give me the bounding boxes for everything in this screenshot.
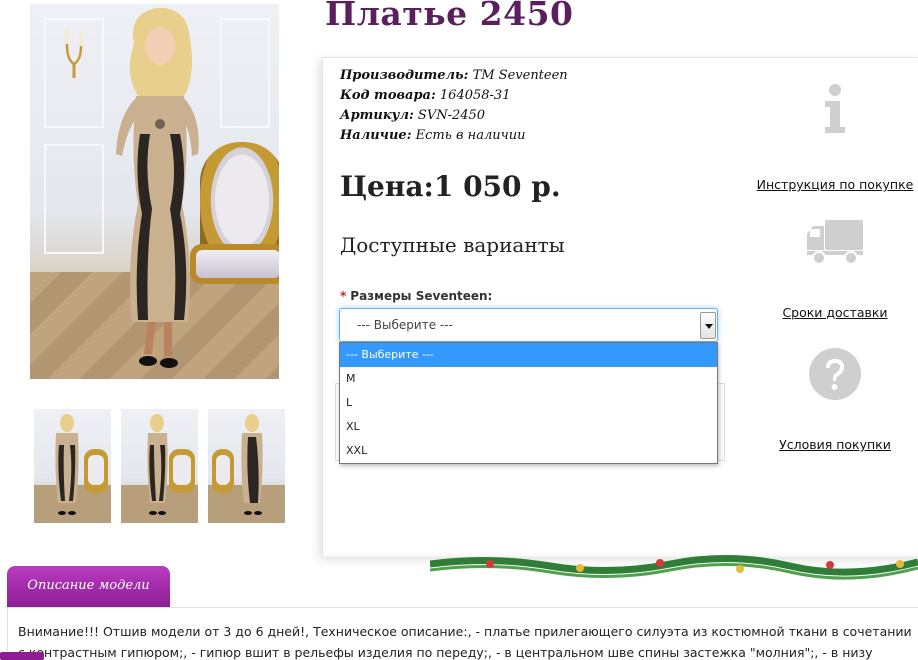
- scroll-accent: [0, 652, 44, 660]
- meta-label: Производитель:: [340, 68, 469, 83]
- meta-manufacturer: Производитель: ТМ Seventeen: [340, 66, 568, 86]
- info-icon: [825, 84, 845, 133]
- conditions-link[interactable]: Условия покупки: [755, 346, 915, 452]
- variants-heading: Доступные варианты: [340, 233, 565, 257]
- size-option-xl[interactable]: XL: [340, 415, 717, 439]
- size-option-l[interactable]: L: [340, 391, 717, 415]
- question-icon: [809, 348, 861, 400]
- thumbnail-3[interactable]: [208, 409, 285, 523]
- instruction-link[interactable]: Инструкция по покупке: [755, 83, 915, 192]
- size-dropdown-list: --- Выберите --- M L XL XXL: [339, 342, 718, 464]
- meta-label: Артикул:: [340, 108, 414, 123]
- truck-icon: [807, 220, 863, 265]
- wall-panel: [220, 18, 270, 128]
- meta-value: SVN-2450: [417, 108, 486, 123]
- product-title: Платье 2450: [325, 0, 574, 33]
- meta-value: Есть в наличии: [415, 128, 526, 143]
- tab-description[interactable]: Описание модели: [7, 566, 170, 608]
- thumbnail-image: [208, 414, 285, 523]
- product-price: Цена:1 050 р.: [340, 170, 561, 203]
- meta-product-code: Код товара: 164058-31: [340, 86, 568, 106]
- thumbnail-1[interactable]: [34, 409, 111, 523]
- thumbnail-image: [34, 414, 111, 523]
- size-select[interactable]: --- Выберите ---: [339, 308, 718, 342]
- size-select-value: --- Выберите ---: [357, 318, 453, 332]
- required-mark: *: [340, 289, 347, 303]
- meta-value: 164058-31: [439, 88, 511, 103]
- description-text: Внимание!!! Отшив модели от 3 до 6 дней!…: [18, 624, 912, 660]
- wall-panel: [44, 144, 104, 254]
- product-info-panel: Производитель: ТМ Seventeen Код товара: …: [322, 57, 918, 557]
- meta-article: Артикул: SVN-2450: [340, 106, 568, 126]
- thumbnail-image: [121, 414, 198, 523]
- tab-description-label: Описание модели: [27, 578, 150, 593]
- model-in-dress: [116, 7, 199, 368]
- delivery-link-label[interactable]: Сроки доставки: [755, 305, 915, 320]
- meta-label: Наличие:: [340, 128, 412, 143]
- size-option-xxl[interactable]: XXL: [340, 439, 717, 463]
- size-select-label: * Размеры Seventeen:: [340, 289, 492, 303]
- meta-availability: Наличие: Есть в наличии: [340, 126, 568, 146]
- description-panel: Внимание!!! Отшив модели от 3 до 6 дней!…: [7, 607, 918, 660]
- thumbnail-2[interactable]: [121, 409, 198, 523]
- delivery-link[interactable]: Сроки доставки: [755, 218, 915, 320]
- conditions-link-label[interactable]: Условия покупки: [755, 437, 915, 452]
- main-product-photo[interactable]: [30, 4, 279, 379]
- holiday-garland: [430, 555, 918, 580]
- instruction-link-label[interactable]: Инструкция по покупке: [755, 177, 915, 192]
- wall-sconce-icon: [65, 30, 83, 78]
- product-meta: Производитель: ТМ Seventeen Код товара: …: [340, 66, 568, 146]
- meta-value: ТМ Seventeen: [472, 68, 568, 83]
- size-label-text: Размеры Seventeen:: [350, 289, 493, 303]
- meta-label: Код товара:: [340, 88, 436, 103]
- size-option-placeholder[interactable]: --- Выберите ---: [340, 343, 717, 367]
- thumbnail-gallery: [34, 409, 286, 523]
- dropdown-arrow-icon[interactable]: [700, 312, 716, 339]
- size-option-m[interactable]: M: [340, 367, 717, 391]
